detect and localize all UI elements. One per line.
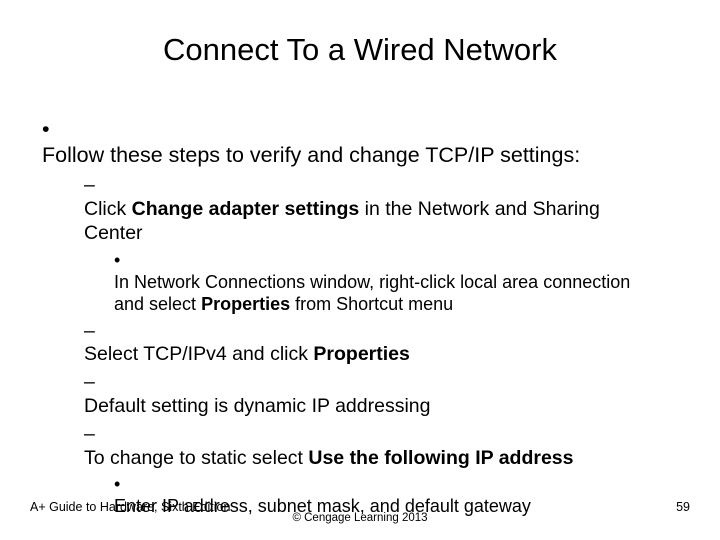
substep-text: In Network Connections window, right-cli… bbox=[114, 272, 664, 316]
bullet-dash-icon: – bbox=[84, 371, 106, 395]
footer-copyright: © Cengage Learning 2013 bbox=[0, 512, 720, 524]
bullet-level2: – To change to static select Use the fol… bbox=[84, 423, 684, 471]
bullet-level3: • In Network Connections window, right-c… bbox=[114, 250, 684, 316]
bullet-dash-icon: – bbox=[84, 174, 106, 198]
step-text: Default setting is dynamic IP addressing bbox=[84, 395, 662, 419]
bullet-level2: – Select TCP/IPv4 and click Properties bbox=[84, 320, 684, 368]
slide-title: Connect To a Wired Network bbox=[0, 0, 720, 116]
bullet-level1: • Follow these steps to verify and chang… bbox=[42, 116, 684, 168]
step-text: To change to static select Use the follo… bbox=[84, 447, 662, 471]
bullet-level2: – Click Change adapter settings in the N… bbox=[84, 174, 684, 245]
footer-page-number: 59 bbox=[676, 500, 690, 514]
bullet-dot-icon: • bbox=[42, 116, 68, 142]
intro-text: Follow these steps to verify and change … bbox=[42, 142, 658, 168]
bullet-dash-icon: – bbox=[84, 320, 106, 344]
step-text: Click Change adapter settings in the Net… bbox=[84, 198, 662, 246]
bullet-level2: – Default setting is dynamic IP addressi… bbox=[84, 371, 684, 419]
bullet-dot-icon: • bbox=[114, 474, 134, 496]
slide-body: • Follow these steps to verify and chang… bbox=[0, 116, 720, 518]
step-text: Select TCP/IPv4 and click Properties bbox=[84, 343, 662, 367]
bullet-dot-icon: • bbox=[114, 250, 134, 272]
bullet-dash-icon: – bbox=[84, 423, 106, 447]
